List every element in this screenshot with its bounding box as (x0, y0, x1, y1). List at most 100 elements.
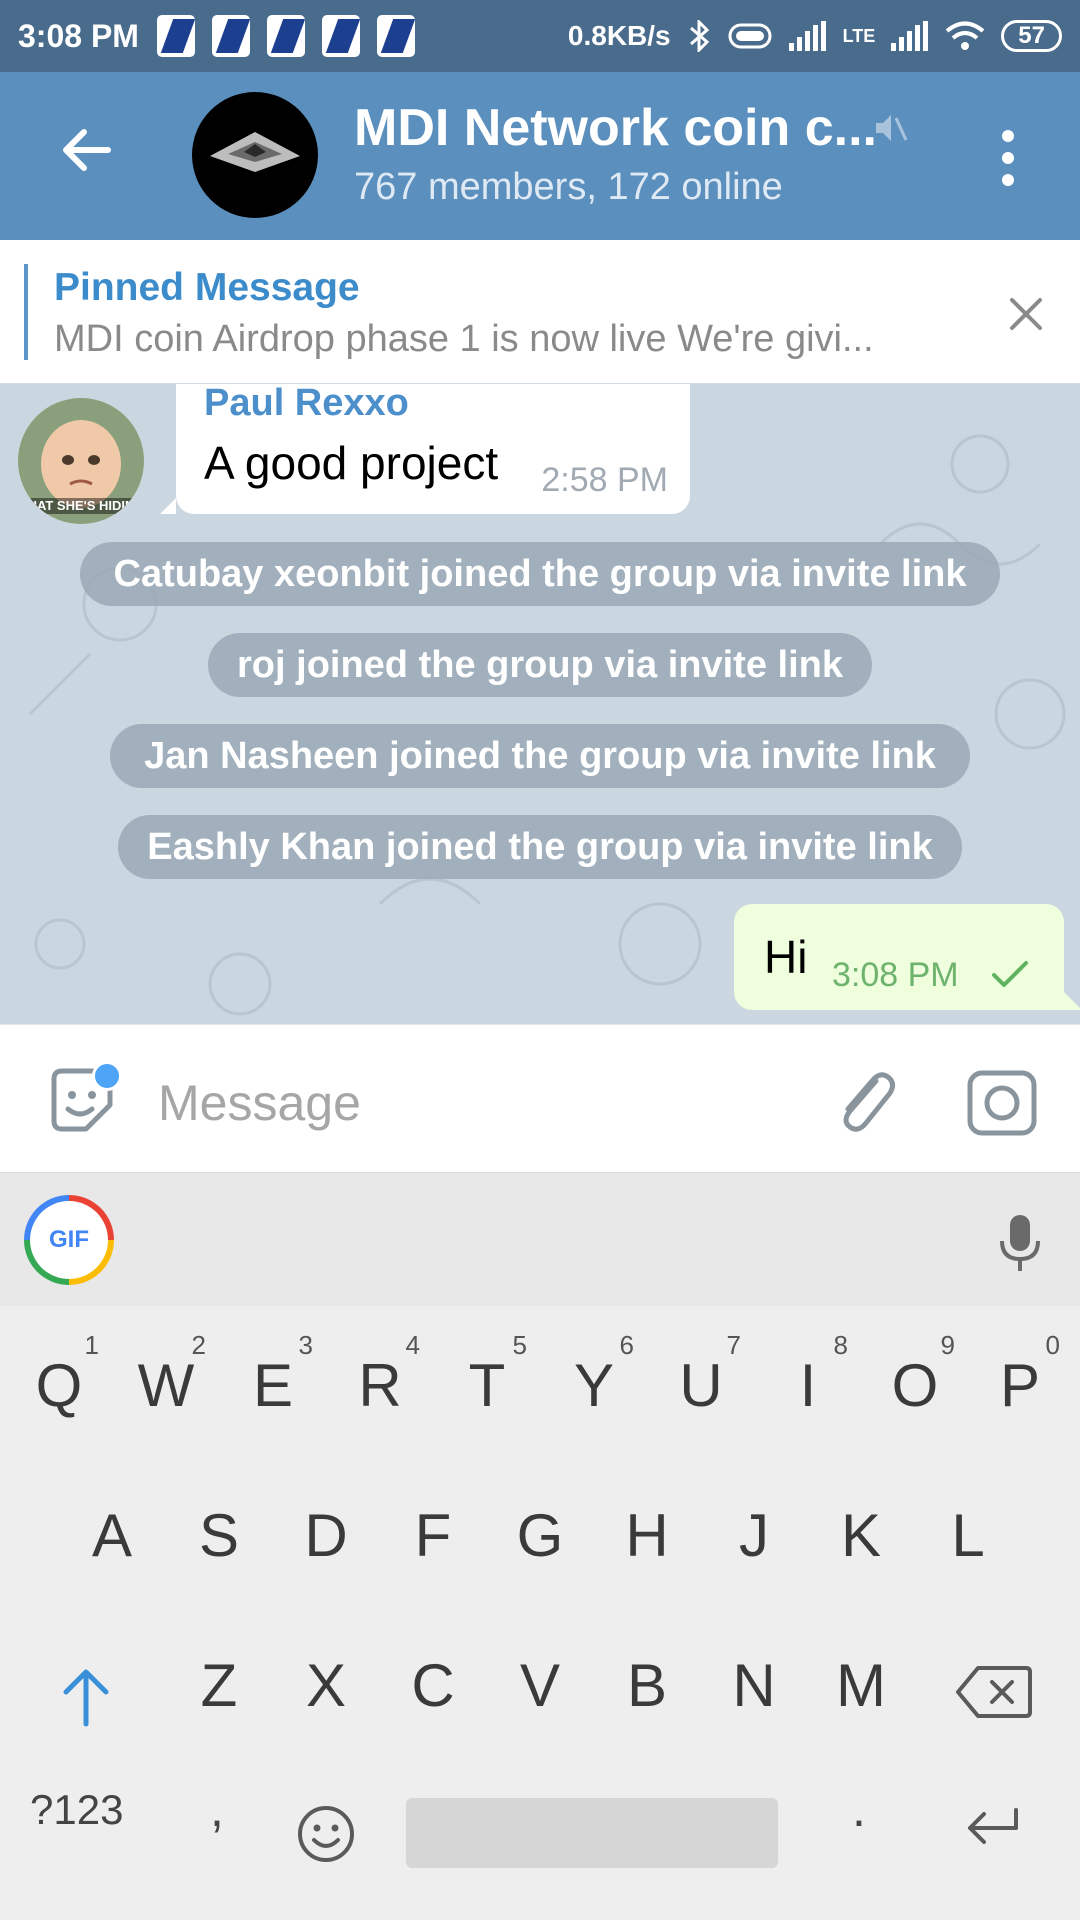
notification-icon (266, 15, 305, 57)
avatar-caption: HAT SHE'S HIDIN (27, 498, 135, 513)
sender-name[interactable]: Paul Rexxo (204, 384, 409, 425)
key-p[interactable]: P0 (970, 1326, 1070, 1446)
close-pinned-icon[interactable] (1006, 294, 1046, 334)
more-options-icon[interactable] (998, 128, 1018, 188)
message-text: Hi (764, 931, 808, 983)
key-label: E (252, 1352, 294, 1419)
camera-icon[interactable] (966, 1069, 1038, 1137)
key-hint: 6 (619, 1330, 634, 1360)
mic-icon[interactable] (996, 1213, 1044, 1273)
service-message: Jan Nasheen joined the group via invite … (110, 724, 970, 788)
emoji-icon[interactable] (296, 1804, 356, 1864)
group-avatar[interactable] (192, 92, 318, 218)
key-label: W (137, 1352, 195, 1419)
key-label: Y (573, 1352, 615, 1419)
new-stickers-badge (92, 1061, 122, 1091)
incoming-message[interactable]: Paul Rexxo A good project 2:58 PM (160, 384, 690, 514)
muted-icon (876, 115, 908, 141)
period-key[interactable]: . (852, 1780, 866, 1838)
key-d[interactable]: D (276, 1476, 376, 1596)
key-label: I (799, 1352, 817, 1419)
key-e[interactable]: E3 (223, 1326, 323, 1446)
status-time: 3:08 PM (18, 17, 139, 54)
sent-check-icon (992, 961, 1028, 987)
key-label: U (679, 1352, 723, 1419)
signal-icon (788, 21, 826, 51)
key-n[interactable]: N (704, 1626, 804, 1746)
key-a[interactable]: A (62, 1476, 162, 1596)
keyboard: Q1 W2 E3 R4 T5 Y6 U7 I8 O9 P0 A S D F G … (0, 1306, 1080, 1920)
lte-label: LTE (842, 26, 876, 46)
key-o[interactable]: O9 (865, 1326, 965, 1446)
service-message: roj joined the group via invite link (208, 633, 872, 697)
pinned-message-bar[interactable]: Pinned Message MDI coin Airdrop phase 1 … (0, 240, 1080, 384)
sender-avatar[interactable]: HAT SHE'S HIDIN (18, 398, 144, 524)
key-hint: 2 (191, 1330, 206, 1360)
message-time: 3:08 PM (832, 956, 959, 994)
battery-icon: 57 (1001, 20, 1062, 52)
vibrate-icon (728, 23, 772, 49)
key-f[interactable]: F (383, 1476, 483, 1596)
notification-icon (211, 15, 250, 57)
enter-icon[interactable] (962, 1806, 1022, 1850)
service-message: Eashly Khan joined the group via invite … (118, 815, 962, 879)
symbols-key[interactable]: ?123 (30, 1786, 123, 1834)
spacebar[interactable] (406, 1798, 778, 1868)
chat-title[interactable]: MDI Network coin c... (354, 98, 877, 158)
key-hint: 3 (298, 1330, 313, 1360)
key-hint: 1 (84, 1330, 99, 1360)
member-count: 767 members, 172 online (354, 166, 783, 208)
attach-icon[interactable] (832, 1067, 898, 1137)
key-x[interactable]: X (276, 1626, 376, 1746)
key-label: R (358, 1352, 402, 1419)
key-hint: 0 (1045, 1330, 1060, 1360)
gif-label: GIF (30, 1201, 108, 1279)
key-k[interactable]: K (811, 1476, 911, 1596)
key-g[interactable]: G (490, 1476, 590, 1596)
pinned-text: MDI coin Airdrop phase 1 is now live We'… (54, 318, 874, 360)
key-i[interactable]: I8 (758, 1326, 858, 1446)
key-h[interactable]: H (597, 1476, 697, 1596)
key-hint: 9 (940, 1330, 955, 1360)
keyboard-toolbar: GIF (0, 1172, 1080, 1306)
message-text: A good project (204, 437, 499, 489)
comma-key[interactable]: , (210, 1780, 224, 1838)
status-bar: 3:08 PM 0.8KB/s LTE 57 (0, 0, 1080, 72)
key-b[interactable]: B (597, 1626, 697, 1746)
signal-icon (891, 21, 929, 51)
key-label: P (999, 1352, 1041, 1419)
gif-button[interactable]: GIF (24, 1195, 114, 1285)
key-label: Q (35, 1352, 83, 1419)
service-message: Catubay xeonbit joined the group via inv… (80, 542, 1000, 606)
key-hint: 4 (405, 1330, 420, 1360)
message-list[interactable]: HAT SHE'S HIDIN Paul Rexxo A good projec… (0, 384, 1080, 1024)
key-hint: 7 (726, 1330, 741, 1360)
key-hint: 5 (512, 1330, 527, 1360)
key-w[interactable]: W2 (116, 1326, 216, 1446)
key-j[interactable]: J (704, 1476, 804, 1596)
back-arrow-icon[interactable] (56, 120, 116, 180)
key-y[interactable]: Y6 (544, 1326, 644, 1446)
message-time: 2:58 PM (541, 461, 668, 499)
key-label: T (468, 1352, 506, 1419)
shift-icon[interactable] (54, 1666, 118, 1730)
message-input[interactable] (158, 1071, 758, 1135)
key-u[interactable]: U7 (651, 1326, 751, 1446)
key-label: O (891, 1352, 939, 1419)
key-r[interactable]: R4 (330, 1326, 430, 1446)
key-t[interactable]: T5 (437, 1326, 537, 1446)
outgoing-message[interactable]: Hi 3:08 PM (734, 904, 1080, 1010)
wifi-icon (946, 21, 985, 50)
key-z[interactable]: Z (169, 1626, 269, 1746)
network-speed: 0.8KB/s (567, 20, 671, 51)
key-v[interactable]: V (490, 1626, 590, 1746)
notification-icon (376, 15, 415, 57)
key-hint: 8 (833, 1330, 848, 1360)
backspace-icon[interactable] (956, 1664, 1032, 1720)
key-q[interactable]: Q1 (9, 1326, 109, 1446)
key-l[interactable]: L (918, 1476, 1018, 1596)
message-composer (0, 1024, 1080, 1172)
key-m[interactable]: M (811, 1626, 911, 1746)
key-c[interactable]: C (383, 1626, 483, 1746)
key-s[interactable]: S (169, 1476, 269, 1596)
